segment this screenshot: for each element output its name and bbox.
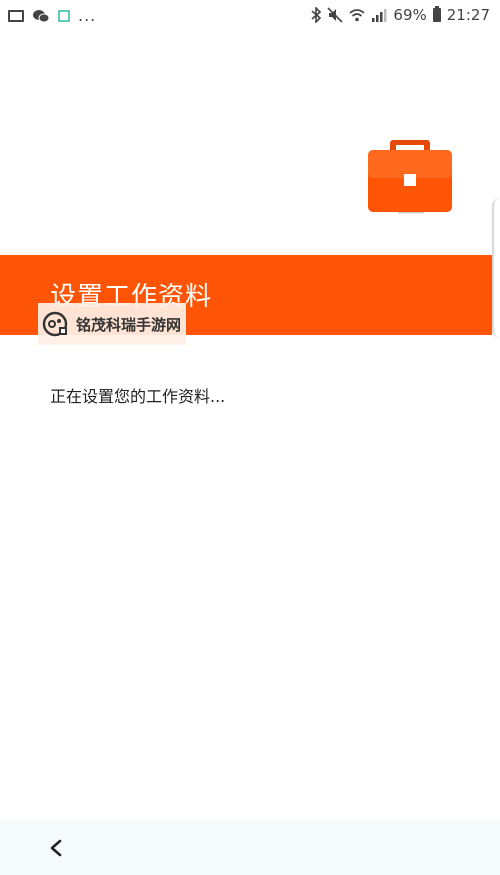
status-left: ...	[8, 6, 96, 25]
wechat-icon	[33, 9, 50, 22]
watermark-logo-icon	[42, 311, 68, 337]
edge-panel-handle[interactable]	[492, 198, 500, 338]
back-chevron-icon	[50, 839, 62, 857]
wifi-icon	[349, 9, 365, 22]
battery-percent: 69%	[393, 6, 427, 24]
qr-icon	[58, 9, 70, 22]
more-notifications: ...	[78, 6, 97, 25]
signal-icon	[372, 9, 387, 22]
progress-message: 正在设置您的工作资料...	[50, 387, 226, 406]
back-button[interactable]	[40, 832, 72, 864]
gallery-icon	[8, 9, 24, 22]
battery-icon	[432, 6, 441, 22]
status-bar: ... 69% 21:27	[0, 0, 500, 32]
briefcase-icon	[368, 140, 452, 214]
clock: 21:27	[446, 6, 490, 24]
watermark: 铭茂科瑞手游网	[38, 303, 186, 345]
watermark-text: 铭茂科瑞手游网	[76, 315, 182, 334]
status-right: 69% 21:27	[311, 6, 490, 24]
bluetooth-icon	[311, 7, 322, 23]
mute-icon	[327, 7, 343, 23]
bottom-navigation	[0, 820, 500, 875]
